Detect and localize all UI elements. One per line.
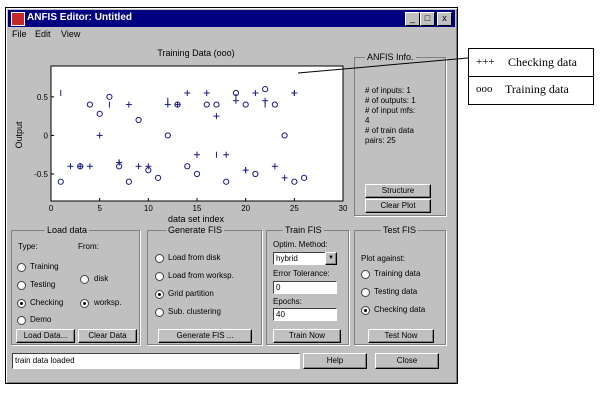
y-tick-label: -0.5 — [34, 170, 48, 179]
from-label: From: — [78, 242, 99, 251]
x-tick-label: 30 — [339, 204, 348, 213]
radio-from-worksp[interactable] — [80, 299, 89, 308]
load-data-button[interactable]: Load Data... — [16, 329, 75, 343]
x-tick-label: 25 — [290, 204, 299, 213]
plot-against-label: Plot against: — [361, 254, 406, 263]
epochs-field[interactable]: 40 — [273, 308, 337, 321]
info-line: # of train data — [365, 126, 414, 135]
radio-load-from-worksp[interactable] — [155, 272, 164, 281]
radio-label: Grid partition — [168, 289, 214, 298]
train-fis-title: Train FIS — [283, 225, 324, 235]
error-tolerance-label: Error Tolerance: — [273, 269, 330, 278]
checking-data-label: Checking data — [508, 55, 577, 69]
radio-test-checking-data[interactable] — [361, 306, 370, 315]
radio-label: Load from disk — [168, 253, 221, 262]
radio-type-checking[interactable] — [17, 299, 26, 308]
info-line: pairs: 25 — [365, 136, 396, 145]
train-now-button[interactable]: Train Now — [273, 329, 341, 343]
load-data-panel: Load data Type: From: Training Testing C… — [11, 225, 140, 345]
x-tick-label: 10 — [144, 204, 153, 213]
generate-fis-button[interactable]: Generate FIS ... — [158, 329, 252, 343]
optim-method-select[interactable]: hybrid ▼ — [273, 252, 337, 265]
status-field: train data loaded — [12, 353, 300, 369]
type-label: Type: — [18, 242, 38, 251]
x-tick-label: 15 — [193, 204, 202, 213]
generate-fis-panel: Generate FIS Load from disk Load from wo… — [147, 225, 262, 345]
x-tick-label: 20 — [241, 204, 250, 213]
structure-button[interactable]: Structure — [365, 184, 431, 198]
y-axis-label: Output — [14, 121, 24, 149]
close-button[interactable]: Close — [375, 353, 439, 369]
radio-sub-clustering[interactable] — [155, 308, 164, 317]
radio-type-training[interactable] — [17, 263, 26, 272]
radio-label: Testing data — [374, 287, 418, 296]
x-tick-label: 0 — [49, 204, 54, 213]
radio-test-testing-data[interactable] — [361, 288, 370, 297]
radio-from-disk[interactable] — [80, 275, 89, 284]
chevron-down-icon[interactable]: ▼ — [325, 252, 337, 265]
clear-plot-button[interactable]: Clear Plot — [365, 199, 431, 213]
test-fis-title: Test FIS — [381, 225, 419, 235]
callout-training-row: ooo Training data — [469, 77, 593, 104]
epochs-label: Epochs: — [273, 297, 302, 306]
callout-box: +++ Checking data ooo Training data — [468, 48, 594, 105]
test-now-button[interactable]: Test Now — [368, 329, 434, 343]
radio-type-demo[interactable] — [17, 316, 26, 325]
optim-method-value: hybrid — [276, 254, 298, 263]
radio-label: Checking — [30, 298, 64, 307]
generate-fis-title: Generate FIS — [166, 225, 225, 235]
x-axis-label: data set index — [168, 214, 225, 224]
radio-label: Load from worksp. — [168, 271, 234, 280]
radio-label: disk — [94, 274, 109, 283]
checking-marker-glyph: +++ — [476, 56, 495, 68]
callout-checking-row: +++ Checking data — [469, 49, 593, 77]
clear-data-button[interactable]: Clear Data — [78, 329, 137, 343]
error-tolerance-field[interactable]: 0 — [273, 281, 337, 294]
y-tick-label: 0 — [44, 131, 49, 140]
radio-label: Training — [30, 262, 59, 271]
train-fis-panel: Train FIS Optim. Method: hybrid ▼ Error … — [266, 225, 349, 345]
radio-label: Checking data — [374, 305, 426, 314]
radio-label: worksp. — [94, 298, 122, 307]
optim-method-label: Optim. Method: — [273, 240, 328, 249]
radio-type-testing[interactable] — [17, 281, 26, 290]
training-marker-glyph: ooo — [476, 83, 493, 95]
load-data-title: Load data — [45, 225, 90, 235]
radio-label: Demo — [30, 315, 52, 324]
training-data-label: Training data — [505, 82, 569, 96]
radio-load-from-disk[interactable] — [155, 254, 164, 263]
radio-grid-partition[interactable] — [155, 290, 164, 299]
x-tick-label: 5 — [97, 204, 102, 213]
radio-test-training-data[interactable] — [361, 270, 370, 279]
radio-label: Training data — [374, 269, 421, 278]
radio-label: Sub. clustering — [168, 307, 221, 316]
test-fis-panel: Test FIS Plot against: Training data Tes… — [354, 225, 446, 345]
help-button[interactable]: Help — [303, 353, 367, 369]
radio-label: Testing — [30, 280, 56, 289]
